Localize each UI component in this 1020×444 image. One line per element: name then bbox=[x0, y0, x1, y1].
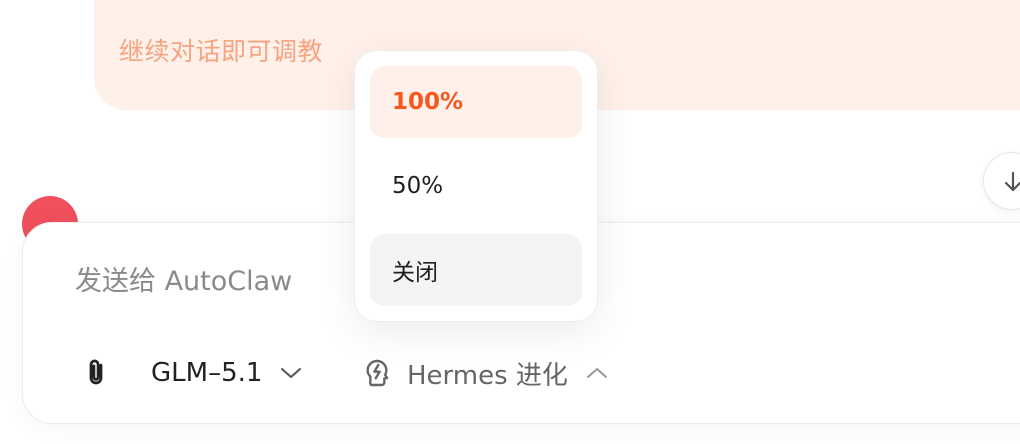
attach-file-button[interactable] bbox=[79, 353, 113, 393]
chevron-up-icon bbox=[586, 368, 607, 378]
dropdown-option-50[interactable]: 50% bbox=[370, 150, 582, 222]
scroll-to-bottom-button[interactable] bbox=[983, 152, 1020, 210]
paperclip-icon bbox=[89, 359, 103, 385]
hermes-label: Hermes 进化 bbox=[407, 360, 568, 391]
hermes-evolution-toggle[interactable]: Hermes 进化 bbox=[361, 353, 608, 393]
chat-window: 继续对话即可调教 GLM–5.1 Hermes 进化 bbox=[0, 0, 1020, 444]
chevron-down-icon bbox=[281, 368, 302, 378]
model-label: GLM–5.1 bbox=[151, 358, 263, 388]
hint-message-text: 继续对话即可调教 bbox=[119, 37, 324, 66]
dropdown-option-100[interactable]: 100% bbox=[370, 66, 582, 138]
dropdown-option-off[interactable]: 关闭 bbox=[370, 234, 582, 306]
brain-bolt-icon bbox=[366, 359, 389, 387]
hermes-level-dropdown: 100% 50% 关闭 bbox=[354, 50, 598, 322]
arrow-down-icon bbox=[1004, 171, 1020, 192]
model-selector[interactable]: GLM–5.1 bbox=[151, 353, 302, 393]
